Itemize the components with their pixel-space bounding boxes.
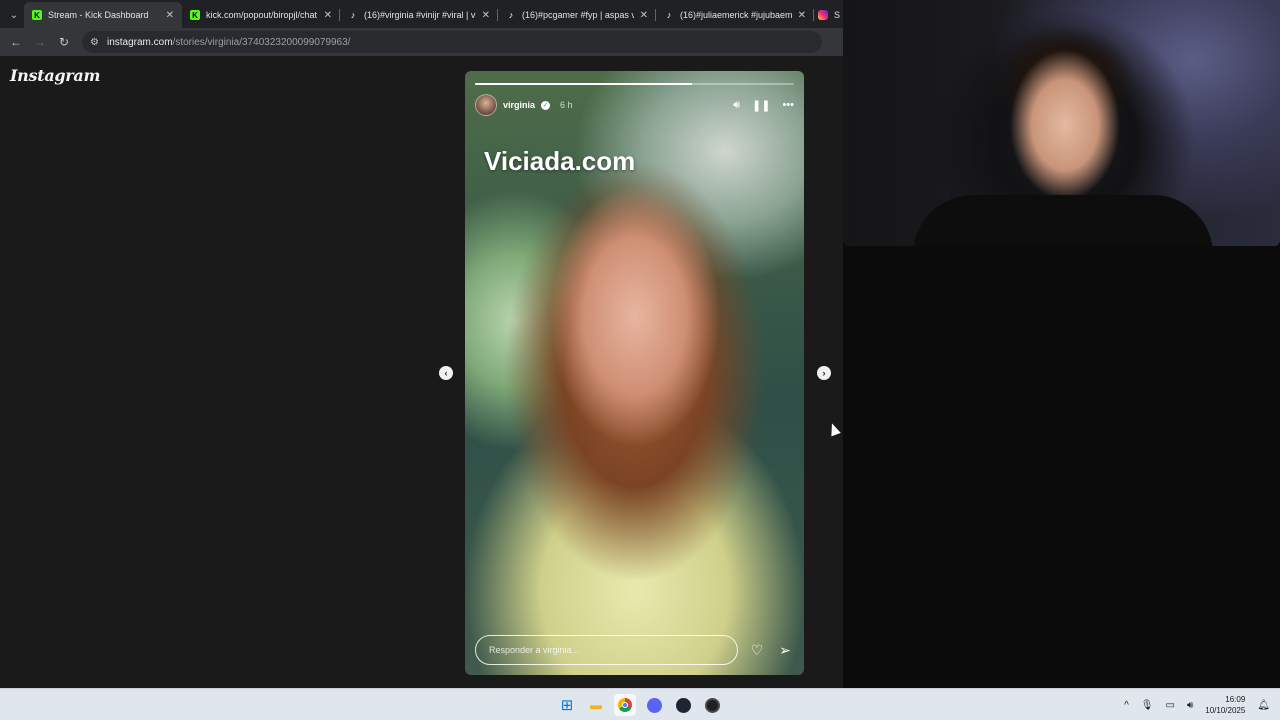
notifications-icon[interactable]: 🔔︎ (1257, 700, 1270, 711)
forward-arrow-icon[interactable]: → (30, 32, 50, 52)
volume-icon[interactable]: 🔊︎ (1187, 700, 1193, 711)
tab-kick-chat[interactable]: K kick.com/popout/biropjl/chat ✕ (182, 2, 340, 28)
story-username[interactable]: virginia (503, 100, 535, 110)
tab-title: (16)#pcgamer #fyp | aspas valo (522, 10, 634, 20)
story-viewer[interactable]: virginia ✓ 6 h 🔊︎ ❚❚ ••• Viciada.com ♡ ➢ (465, 71, 804, 675)
chrome-icon[interactable] (614, 694, 636, 716)
send-icon[interactable]: ➢ (776, 642, 794, 659)
more-options-icon[interactable]: ••• (782, 99, 794, 111)
browser-toolbar: ← → ↻ ⚙ instagram.com/stories/virginia/3… (0, 28, 843, 56)
microphone-icon[interactable]: 🎙︎ (1141, 700, 1154, 711)
app-icon[interactable] (672, 694, 694, 716)
clock-time: 16:09 (1225, 695, 1246, 704)
instagram-icon (818, 10, 828, 20)
tab-instagram[interactable]: S (814, 2, 844, 28)
close-tab-icon[interactable]: ✕ (324, 10, 332, 21)
obs-icon[interactable] (701, 694, 723, 716)
url-host: instagram.com (106, 36, 173, 48)
windows-start-icon[interactable]: ⊞ (556, 694, 578, 716)
windows-taskbar: ⊞ ▬ ^ 🎙︎ ▭ 🔊︎ 16:09 10/10/2025 🔔︎ (0, 688, 1280, 720)
next-story-button[interactable]: › (817, 366, 831, 380)
story-progress-fill (475, 83, 692, 85)
story-controls: 🔊︎ ❚❚ ••• (733, 99, 794, 112)
story-caption: Viciada.com (484, 146, 636, 176)
webcam-person (913, 195, 1213, 246)
tab-title: (16)#juliaemerick #jujubaemer (680, 10, 792, 20)
tab-tiktok-juliaemerick[interactable]: ♪ (16)#juliaemerick #jujubaemer ✕ (656, 2, 814, 28)
close-tab-icon[interactable]: ✕ (166, 10, 174, 21)
tab-title: S (834, 10, 840, 20)
reply-input[interactable] (475, 635, 738, 665)
tab-title: Stream - Kick Dashboard (48, 10, 149, 20)
previous-story-button[interactable]: ‹ (439, 366, 453, 380)
story-header: virginia ✓ 6 h 🔊︎ ❚❚ ••• (475, 94, 794, 116)
site-info-icon[interactable]: ⚙ (90, 37, 99, 48)
story-timestamp: 6 h (560, 100, 573, 110)
heart-icon[interactable]: ♡ (748, 642, 766, 659)
tab-tiktok-pcgamer[interactable]: ♪ (16)#pcgamer #fyp | aspas valo ✕ (498, 2, 656, 28)
tab-kick-dashboard[interactable]: K Stream - Kick Dashboard ✕ (24, 2, 182, 28)
webcam-overlay (843, 0, 1280, 246)
tiktok-icon: ♪ (508, 10, 514, 20)
close-tab-icon[interactable]: ✕ (640, 10, 648, 21)
discord-icon[interactable] (643, 694, 665, 716)
tiktok-icon: ♪ (350, 10, 356, 20)
show-hidden-icons-chevron-icon[interactable]: ^ (1124, 700, 1129, 711)
story-progress-bar (475, 83, 794, 85)
kick-icon: K (190, 10, 200, 20)
speaker-icon[interactable]: 🔊︎ (733, 99, 740, 112)
verified-badge-icon: ✓ (541, 100, 551, 110)
kick-icon: K (32, 10, 42, 20)
mouse-cursor-icon (827, 421, 841, 437)
close-tab-icon[interactable]: ✕ (798, 10, 806, 21)
address-bar[interactable]: ⚙ instagram.com/stories/virginia/3740323… (82, 31, 822, 53)
taskbar-apps: ⊞ ▬ (556, 694, 723, 716)
taskbar-clock[interactable]: 16:09 10/10/2025 (1205, 694, 1245, 716)
reload-icon[interactable]: ↻ (54, 32, 74, 52)
system-tray: ^ 🎙︎ ▭ 🔊︎ 16:09 10/10/2025 🔔︎ (1124, 693, 1270, 717)
network-icon[interactable]: ▭ (1165, 700, 1174, 711)
tab-tiktok-virginia[interactable]: ♪ (16)#virginia #vinijr #viral | vini ✕ (340, 2, 498, 28)
instagram-stories-page: Instagram virginia ✓ 6 h 🔊︎ ❚❚ ••• Vicia… (0, 56, 843, 688)
tiktok-icon: ♪ (666, 10, 672, 20)
tab-search-chevron-icon[interactable]: ⌄ (4, 2, 24, 28)
url-path: /stories/virginia/3740323200099079963/ (172, 36, 351, 48)
pause-icon[interactable]: ❚❚ (752, 99, 770, 112)
clock-date: 10/10/2025 (1205, 706, 1246, 715)
close-tab-icon[interactable]: ✕ (482, 10, 490, 21)
instagram-logo[interactable]: Instagram (10, 66, 100, 85)
avatar[interactable] (475, 94, 497, 116)
tab-title: kick.com/popout/biropjl/chat (206, 10, 318, 20)
story-reply-row: ♡ ➢ (475, 635, 794, 665)
back-arrow-icon[interactable]: ← (6, 32, 26, 52)
tab-title: (16)#virginia #vinijr #viral | vini (364, 10, 476, 20)
file-explorer-icon[interactable]: ▬ (585, 694, 607, 716)
